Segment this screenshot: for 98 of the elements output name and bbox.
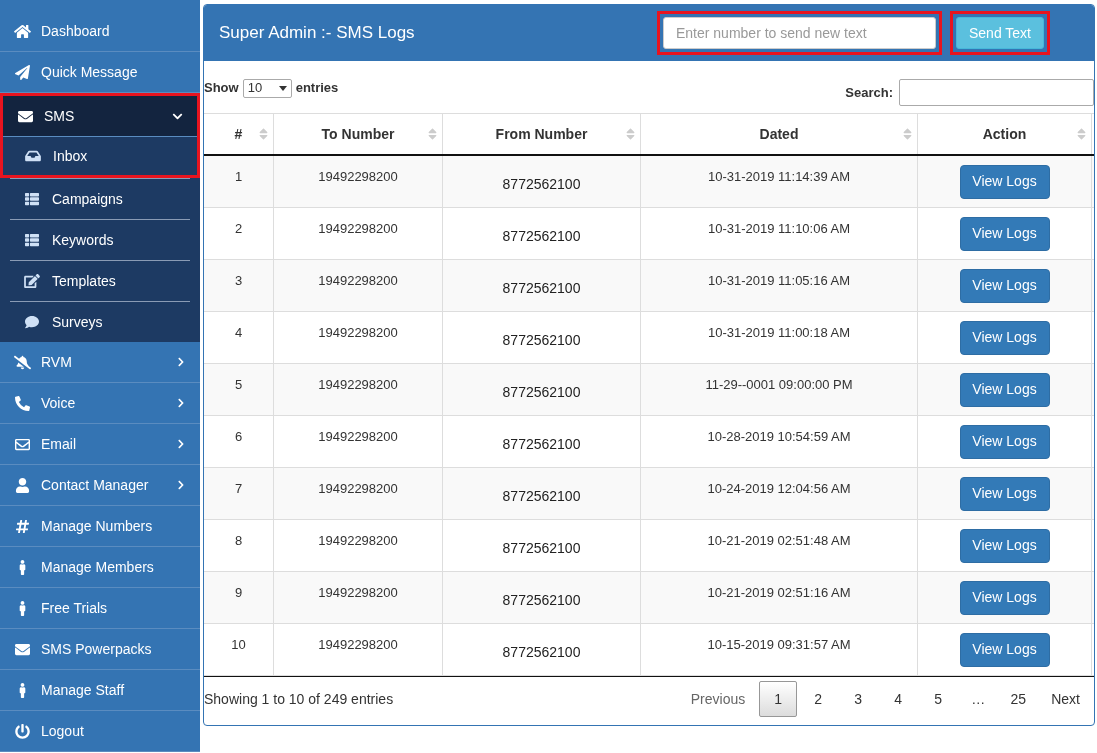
panel-title: Super Admin :- SMS Logs <box>219 22 416 45</box>
chevron-right-icon <box>176 439 186 449</box>
table-cell-text: 10-31-2019 11:10:06 AM <box>707 220 851 238</box>
column-header[interactable]: Action <box>918 114 1092 154</box>
view-logs-button[interactable]: View Logs <box>959 372 1050 407</box>
table-cell-text: 10-15-2019 09:31:57 AM <box>707 636 851 654</box>
view-logs-button[interactable]: View Logs <box>959 528 1050 563</box>
home-icon <box>14 23 31 39</box>
table-cell-text: 8772562100 <box>502 643 581 662</box>
table-cell-text: 1 <box>234 168 243 186</box>
table-cell-text: 9 <box>234 584 243 602</box>
table-cell-text: 10-31-2019 11:00:18 AM <box>707 324 851 342</box>
sort-icon <box>903 127 912 141</box>
table-cell-text: 2 <box>234 220 243 238</box>
view-logs-button[interactable]: View Logs <box>959 632 1050 667</box>
table-cell-text: 8772562100 <box>502 591 581 610</box>
table-cell-text: 19492298200 <box>318 428 398 446</box>
search-field[interactable] <box>899 79 1094 106</box>
paper-plane-icon <box>14 64 31 80</box>
sort-icon <box>428 127 437 141</box>
hashtag-icon <box>14 518 31 534</box>
view-logs-button[interactable]: View Logs <box>959 320 1050 355</box>
table-cell-text: 10-21-2019 02:51:16 AM <box>707 584 851 602</box>
phone-icon <box>14 395 31 411</box>
sort-icon <box>259 127 268 141</box>
entries-select[interactable]: 10 <box>242 78 292 98</box>
table-cell-text: 19492298200 <box>318 220 398 238</box>
table-cell-text: 8772562100 <box>502 279 581 298</box>
power-icon <box>14 723 31 739</box>
view-logs-button[interactable]: View Logs <box>959 424 1050 459</box>
table-cell-text: 11-29--0001 09:00:00 PM <box>705 376 853 394</box>
entries-info: Showing 1 to 10 of 249 entries <box>204 689 394 709</box>
sidebar-item[interactable]: SMS <box>3 96 197 137</box>
table-cell-text: 10-31-2019 11:14:39 AM <box>707 168 851 186</box>
caret-down-icon <box>278 85 287 91</box>
table-cell-text: 10 <box>231 636 246 654</box>
chevron-right-icon <box>176 480 186 490</box>
table-cell-text: 19492298200 <box>318 272 398 290</box>
list-icon <box>24 233 40 247</box>
show-label: Show <box>204 79 239 98</box>
page-link[interactable]: 3 <box>839 681 878 717</box>
chevron-right-icon <box>176 357 186 367</box>
table-cell-text: 10-31-2019 11:05:16 AM <box>707 272 851 290</box>
inbox-icon <box>25 149 41 163</box>
column-header[interactable]: From Number <box>443 114 641 154</box>
view-logs-button[interactable]: View Logs <box>959 580 1050 615</box>
table-cell-text: 8772562100 <box>502 435 581 454</box>
sort-icon <box>1077 127 1086 141</box>
view-logs-button[interactable]: View Logs <box>959 216 1050 251</box>
view-logs-button[interactable]: View Logs <box>959 164 1050 199</box>
sort-icon <box>626 127 635 141</box>
chevron-right-icon <box>176 398 186 408</box>
page-link[interactable]: … <box>959 681 998 717</box>
table-cell-text: 7 <box>234 480 243 498</box>
envelope-icon <box>14 641 31 657</box>
number-input-field[interactable]: Enter number to send new text <box>663 17 936 49</box>
table-cell-text: 19492298200 <box>318 636 398 654</box>
muted-bell-icon <box>14 354 31 370</box>
table-cell-text: 19492298200 <box>318 480 398 498</box>
user-icon <box>14 477 31 493</box>
table-cell-text: 8772562100 <box>502 227 581 246</box>
speech-bubble-icon <box>24 315 40 329</box>
view-logs-button[interactable]: View Logs <box>959 268 1050 303</box>
table-cell-text: 8772562100 <box>502 331 581 350</box>
table-cell-text: 10-28-2019 10:54:59 AM <box>707 428 851 446</box>
edit-icon <box>24 274 40 288</box>
table-cell-text: 8772562100 <box>502 539 581 558</box>
page-link[interactable]: 2 <box>799 681 838 717</box>
table-cell-text: 19492298200 <box>318 168 398 186</box>
table-cell-text: 4 <box>234 324 243 342</box>
table-cell-text: 8772562100 <box>502 487 581 506</box>
table-cell-text: 19492298200 <box>318 584 398 602</box>
next-link[interactable]: Next <box>1038 688 1080 710</box>
envelope-icon <box>17 108 34 124</box>
page-link[interactable]: 5 <box>919 681 958 717</box>
table-cell-text: 6 <box>234 428 243 446</box>
table-cell-text: 8772562100 <box>502 383 581 402</box>
table-cell-text: 3 <box>234 272 243 290</box>
page-link[interactable]: 4 <box>879 681 918 717</box>
table-cell-text: 19492298200 <box>318 532 398 550</box>
column-header[interactable]: To Number <box>274 114 443 154</box>
table-cell-text: 8772562100 <box>502 175 581 194</box>
table-cell-text: 5 <box>234 376 243 394</box>
search-label: Search: <box>845 83 893 102</box>
page-link[interactable]: 25 <box>999 681 1038 717</box>
table-cell-text: 10-21-2019 02:51:48 AM <box>707 532 851 550</box>
column-header[interactable]: Dated <box>641 114 918 154</box>
table-cell-text: 19492298200 <box>318 324 398 342</box>
envelope-icon <box>14 436 31 452</box>
table-cell-text: 8 <box>234 532 243 550</box>
page-link[interactable]: 1 <box>759 681 798 717</box>
table-cell-text: 10-24-2019 12:04:56 AM <box>707 480 851 498</box>
table-cell-text: 19492298200 <box>318 376 398 394</box>
entries-label: entries <box>295 79 339 98</box>
view-logs-button[interactable]: View Logs <box>959 476 1050 511</box>
column-header[interactable]: # <box>204 114 274 154</box>
list-icon <box>24 192 40 206</box>
previous-link[interactable]: Previous <box>677 688 759 710</box>
